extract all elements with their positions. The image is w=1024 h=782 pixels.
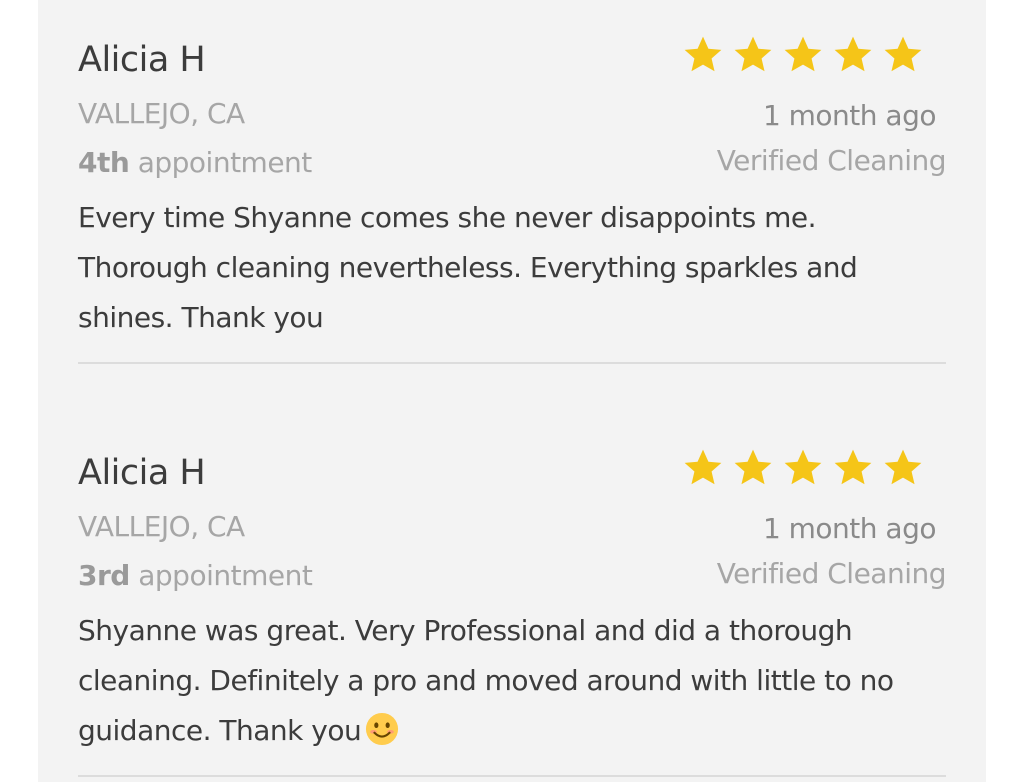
review-time: 1 month ago: [762, 99, 937, 132]
reviewer-location: VALLEJO, CA: [78, 510, 245, 543]
star-icon: [834, 36, 872, 72]
star-icon: [834, 449, 872, 485]
star-icon: [784, 36, 822, 72]
appointment-label: appointment: [129, 559, 313, 592]
review-text: Shyanne was great. Very Professional and…: [78, 614, 894, 747]
reviewer-name: Alicia H: [78, 453, 206, 493]
star-icon: [684, 36, 722, 72]
verified-badge: Verified Cleaning: [716, 144, 947, 177]
reviewer-name: Alicia H: [78, 40, 206, 80]
star-icon: [884, 36, 922, 72]
appointment-ordinal: 4th: [78, 146, 130, 179]
appointment-count: 4th appointment: [78, 145, 312, 181]
reviewer-location: VALLEJO, CA: [78, 97, 245, 130]
appointment-count: 3rd appointment: [78, 558, 313, 594]
review-text-container: Shyanne was great. Very Professional and…: [78, 606, 946, 756]
star-icon: [784, 449, 822, 485]
review-time: 1 month ago: [762, 512, 937, 545]
appointment-ordinal: 3rd: [78, 559, 130, 592]
star-rating: [682, 34, 924, 76]
appointment-label: appointment: [129, 146, 313, 179]
review-text: Every time Shyanne comes she never disap…: [78, 201, 858, 334]
star-icon: [884, 449, 922, 485]
star-icon: [734, 449, 772, 485]
verified-badge: Verified Cleaning: [716, 557, 947, 590]
reviews-panel: Alicia H VALLEJO, CA 4th appointment 1 m…: [38, 0, 986, 782]
star-icon: [684, 449, 722, 485]
review-divider: [78, 362, 946, 364]
star-icon: [734, 36, 772, 72]
review-divider: [78, 775, 946, 777]
star-rating: [682, 447, 924, 489]
smiling-face-icon: [366, 712, 399, 746]
